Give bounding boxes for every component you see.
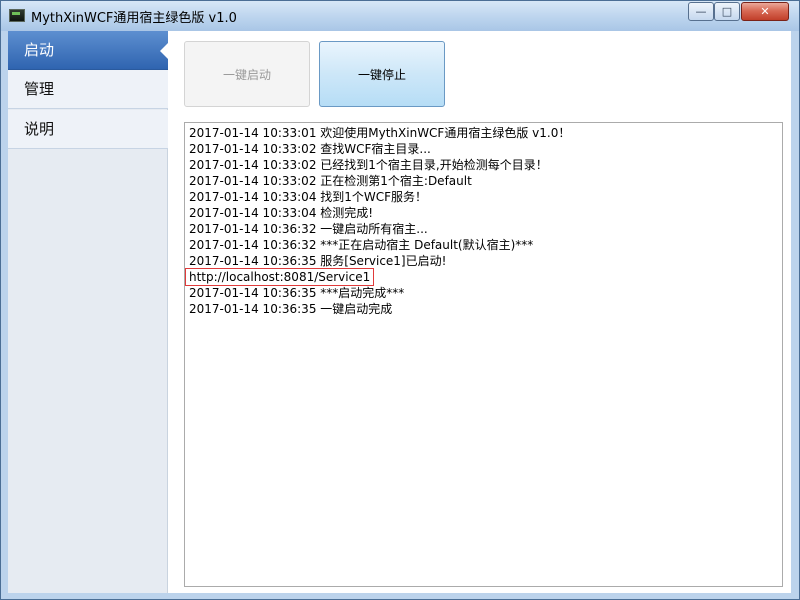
sidebar-item-label: 启动	[24, 41, 55, 59]
log-line: 2017-01-14 10:33:04 找到1个WCF服务！	[189, 190, 428, 204]
maximize-icon: □	[721, 5, 733, 18]
sidebar: 启动 管理 说明	[8, 31, 169, 593]
service-url-line: http://localhost:8081/Service1	[184, 268, 375, 286]
log-line: 2017-01-14 10:36:32 一键启动所有宿主...	[189, 222, 428, 236]
client-area: 启动 管理 说明 一键启动 一键停止 2017-01-14 10:33:01 欢…	[8, 31, 791, 593]
log-line: 2017-01-14 10:36:35 服务[Service1]已启动!	[189, 254, 447, 268]
start-all-label: 一键启动	[222, 67, 271, 82]
sidebar-item-start[interactable]: 启动	[8, 31, 169, 70]
stop-all-label: 一键停止	[357, 67, 406, 82]
sidebar-item-manage[interactable]: 管理	[8, 70, 168, 109]
main-panel: 一键启动 一键停止 2017-01-14 10:33:01 欢迎使用MythXi…	[168, 31, 791, 593]
log-line: 2017-01-14 10:36:32 ***正在启动宿主 Default(默认…	[189, 238, 534, 252]
log-line: 2017-01-14 10:33:01 欢迎使用MythXinWCF通用宿主绿色…	[189, 126, 571, 140]
app-icon	[9, 9, 25, 22]
log-line: 2017-01-14 10:36:35 一键启动完成	[189, 302, 393, 316]
close-button[interactable]: ✕	[741, 2, 789, 21]
minimize-icon: —	[695, 5, 707, 18]
window-title: MythXinWCF通用宿主绿色版 v1.0	[31, 11, 237, 26]
log-line: 2017-01-14 10:33:02 查找WCF宿主目录...	[189, 142, 431, 156]
minimize-button[interactable]: —	[688, 2, 714, 21]
app-window: MythXinWCF通用宿主绿色版 v1.0 — □ ✕ 启动 管理 说明 一键…	[0, 0, 800, 600]
sidebar-item-label: 管理	[24, 80, 55, 98]
start-all-button[interactable]: 一键启动	[184, 41, 310, 107]
maximize-button[interactable]: □	[714, 2, 740, 21]
close-icon: ✕	[760, 5, 770, 18]
sidebar-item-about[interactable]: 说明	[8, 110, 168, 149]
log-line: 2017-01-14 10:33:02 已经找到1个宿主目录,开始检测每个目录！	[189, 158, 548, 172]
title-bar[interactable]: MythXinWCF通用宿主绿色版 v1.0 — □ ✕	[1, 1, 799, 31]
log-output[interactable]: 2017-01-14 10:33:01 欢迎使用MythXinWCF通用宿主绿色…	[184, 122, 783, 587]
log-line: 2017-01-14 10:33:02 正在检测第1个宿主:Default	[189, 174, 472, 188]
stop-all-button[interactable]: 一键停止	[319, 41, 445, 107]
sidebar-item-label: 说明	[24, 120, 55, 138]
highlighted-service-url: http://localhost:8081/Service1	[184, 268, 375, 286]
log-line: 2017-01-14 10:36:35 ***启动完成***	[189, 286, 405, 300]
log-line: 2017-01-14 10:33:04 检测完成!	[189, 206, 374, 220]
